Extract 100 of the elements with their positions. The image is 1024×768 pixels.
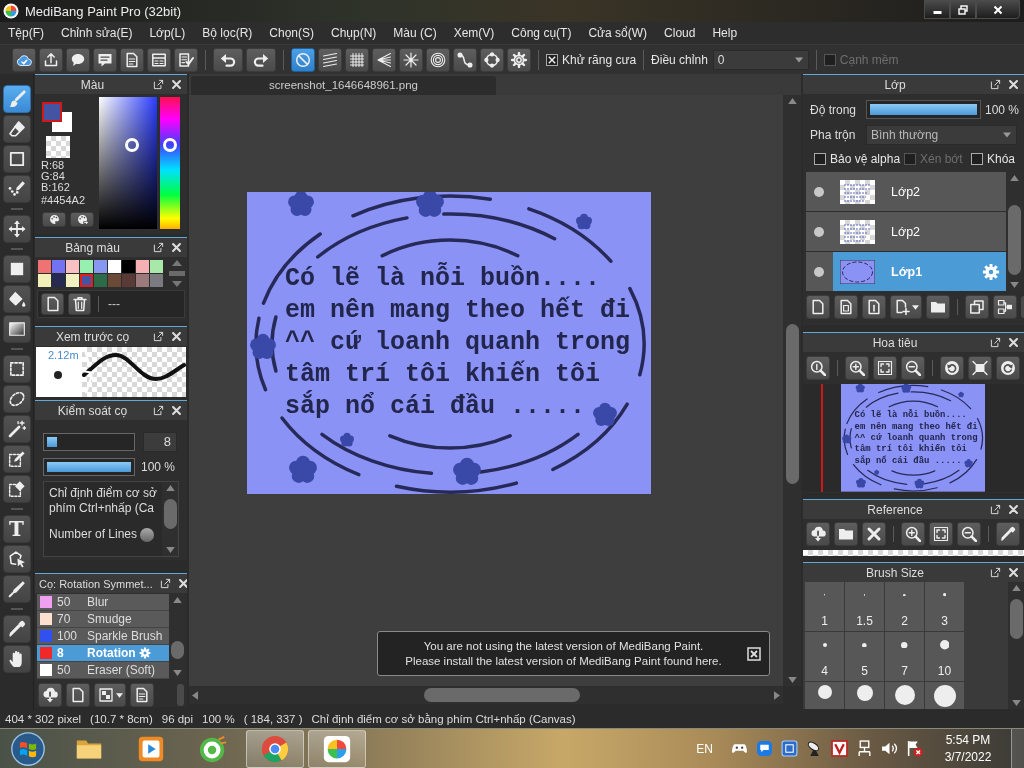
new-palette-button[interactable] (41, 293, 64, 315)
network-icon[interactable] (856, 740, 873, 757)
folder-button[interactable] (926, 295, 950, 319)
speaker-icon[interactable] (881, 740, 898, 757)
zoom-out-button[interactable] (957, 522, 981, 546)
move-tool-button[interactable] (2, 215, 31, 243)
comment-button[interactable] (93, 47, 117, 72)
color-swatch[interactable] (150, 274, 163, 287)
scroll-thumb[interactable] (1007, 205, 1021, 275)
color-swatch[interactable] (108, 260, 121, 273)
color-swatch[interactable] (122, 260, 135, 273)
hue-slider-thumb[interactable] (163, 137, 177, 152)
rotate-left-button[interactable] (940, 356, 964, 380)
new-brush-button[interactable] (66, 683, 90, 707)
document-tab[interactable]: screenshot_1646648961.png (191, 76, 496, 95)
transparent-color-swatch[interactable] (46, 136, 70, 158)
restore-button[interactable] (950, 0, 976, 19)
background-color-swatch[interactable] (42, 102, 72, 132)
brush-tool-button[interactable] (2, 85, 31, 113)
color-swatch[interactable] (108, 274, 121, 287)
down-arrow-icon[interactable] (172, 670, 182, 676)
magic-wand-tool-button[interactable] (2, 415, 31, 443)
right-arrow-icon[interactable] (774, 690, 780, 700)
brush-size-cell[interactable]: 4 (805, 632, 844, 681)
blend-mode-dropdown[interactable]: Bình thường (866, 124, 1017, 145)
brush-size-cell[interactable] (885, 682, 924, 709)
menu-item[interactable]: Chọn(S) (269, 26, 314, 40)
vertical-scrollbar[interactable] (783, 95, 801, 686)
brush-size-cell[interactable]: 5 (845, 632, 884, 681)
merge-button[interactable] (993, 295, 1017, 319)
brush-size-cell[interactable] (925, 682, 964, 709)
square-tool-button[interactable] (2, 145, 31, 173)
brush-list-item[interactable]: 50 Blur (37, 594, 169, 611)
zoom-in-button[interactable] (845, 356, 869, 380)
brush-size-cell[interactable]: 1 (805, 582, 844, 631)
fill-square-tool-button[interactable] (2, 255, 31, 283)
close-icon[interactable] (1008, 79, 1019, 90)
close-icon[interactable] (171, 242, 182, 253)
show-desktop-button[interactable] (1011, 728, 1024, 768)
dotted-pen-tool-button[interactable] (2, 175, 31, 203)
undock-icon[interactable] (153, 405, 164, 416)
menu-item[interactable]: Cloud (664, 26, 696, 40)
menu-item[interactable]: Cửa sổ(W) (588, 26, 648, 40)
eraser-tool-button[interactable] (2, 115, 31, 143)
cloud-check-button[interactable] (12, 47, 36, 72)
brush-size-cell[interactable]: 3 (925, 582, 964, 631)
operation-tool-button[interactable] (2, 545, 31, 573)
menu-item[interactable]: Lớp(L) (149, 26, 186, 40)
no-snap-button[interactable] (291, 47, 315, 72)
hand-tool-button[interactable] (2, 645, 31, 673)
scroll-thumb[interactable] (170, 641, 184, 659)
add-page-button[interactable] (890, 295, 922, 319)
scroll-thumb[interactable] (1009, 599, 1023, 639)
brush-list-item[interactable]: 50 Eraser (Soft) (37, 662, 169, 679)
open-folder-button[interactable] (834, 522, 858, 546)
chevron-tile-icon[interactable] (831, 740, 848, 757)
page-bar-button[interactable] (862, 295, 886, 319)
up-arrow-icon[interactable] (172, 260, 182, 266)
brush-size-cell[interactable]: 1.5 (845, 582, 884, 631)
brush-menu-button[interactable] (94, 683, 126, 707)
close-box-icon[interactable] (747, 646, 761, 661)
new-layer-button[interactable] (806, 295, 830, 319)
checkbox[interactable] (971, 153, 983, 165)
select-tool-button[interactable] (2, 355, 31, 383)
undo-button[interactable] (213, 47, 243, 72)
vertical-scrollbar[interactable] (1008, 582, 1024, 709)
brush-size-field[interactable]: 8 (143, 432, 177, 452)
color-swatch[interactable] (66, 260, 79, 273)
color-swatch[interactable] (80, 274, 93, 287)
clock-date[interactable]: 3/7/2022 (944, 748, 992, 766)
document-button[interactable] (120, 47, 144, 72)
perspective-lines-button[interactable] (372, 47, 396, 72)
menu-item[interactable]: Công cụ(T) (511, 26, 572, 40)
scroll-thumb[interactable] (785, 324, 799, 484)
close-icon[interactable] (171, 405, 182, 416)
color-swatch[interactable] (94, 274, 107, 287)
gear-icon[interactable] (138, 647, 151, 659)
delete-palette-button[interactable] (68, 293, 91, 315)
gradient-tool-button[interactable] (2, 315, 31, 343)
app-tile-icon[interactable] (781, 740, 798, 757)
color-swatch[interactable] (38, 260, 51, 273)
stylus-tool-button[interactable] (2, 575, 31, 603)
grid-button[interactable] (345, 47, 369, 72)
down-arrow-icon[interactable] (787, 677, 797, 683)
curve-button[interactable] (453, 47, 477, 72)
down-arrow-icon[interactable] (172, 281, 182, 287)
script-button[interactable] (130, 683, 154, 707)
checkbox[interactable] (814, 153, 826, 165)
brush-size-cell[interactable] (845, 682, 884, 709)
menu-item[interactable]: Chỉnh sửa(E) (61, 26, 133, 40)
menu-item[interactable]: Xem(V) (453, 26, 495, 40)
layout-button[interactable] (147, 47, 171, 72)
up-arrow-icon[interactable] (1011, 585, 1021, 591)
undock-icon[interactable] (153, 331, 164, 342)
select-eraser-tool-button[interactable] (2, 475, 31, 503)
text-tool-button[interactable]: T (2, 515, 31, 543)
eyedropper-tool-button[interactable] (2, 615, 31, 643)
menu-item[interactable]: Màu (C) (393, 26, 437, 40)
close-icon[interactable] (1008, 337, 1019, 348)
checklist-button[interactable] (174, 47, 198, 72)
